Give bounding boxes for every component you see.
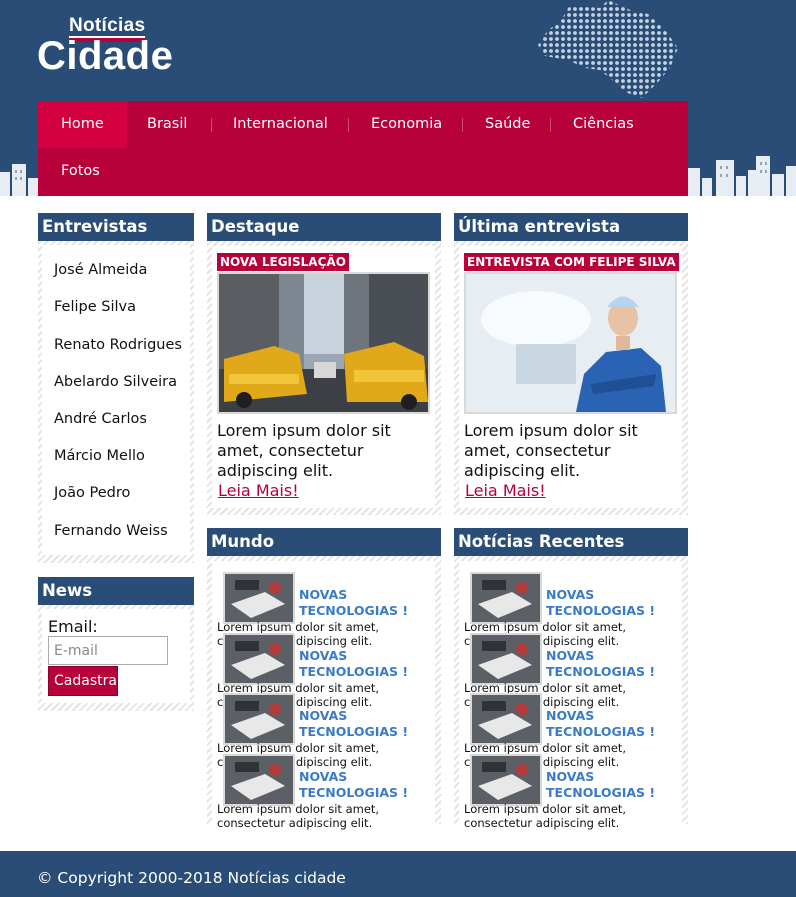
list-item[interactable]: NOVAS TECNOLOGIAS ! Lorem ipsum dolor si…: [464, 572, 674, 648]
notebook-thumbnail: [470, 754, 542, 806]
taxi-street-photo[interactable]: [217, 272, 430, 414]
list-item[interactable]: NOVAS TECNOLOGIAS ! Lorem ipsum dolor si…: [217, 693, 427, 769]
notebook-thumbnail: [223, 754, 295, 806]
ultima-entrevista-panel: Última entrevista ENTREVISTA COM FELIPE …: [454, 213, 688, 515]
list-item[interactable]: NOVAS TECNOLOGIAS ! Lorem ipsum dolor si…: [464, 693, 674, 769]
ultima-entrevista-tag: ENTREVISTA COM FELIPE SILVA: [464, 253, 679, 271]
news-snippet: Lorem ipsum dolor sit amet, consectetur …: [217, 802, 380, 830]
notebook-thumbnail: [470, 693, 542, 745]
entrevistas-panel: Entrevistas José Almeida Felipe Silva Re…: [38, 213, 194, 563]
news-title-link[interactable]: NOVAS TECNOLOGIAS !: [299, 587, 419, 619]
nav-item-internacional[interactable]: Internacional: [210, 101, 351, 148]
notebook-thumbnail: [470, 633, 542, 685]
main-nav: Home Brasil Internacional Economia Saúde…: [38, 101, 688, 196]
subscribe-button[interactable]: Cadastrar: [48, 666, 123, 696]
entrevista-link[interactable]: Fernando Weiss: [54, 523, 168, 539]
nav-item-ciencias[interactable]: Ciências: [550, 101, 657, 148]
nav-item-brasil[interactable]: Brasil: [124, 101, 210, 148]
noticias-recentes-title: Notícias Recentes: [454, 528, 688, 556]
ultima-entrevista-summary: Lorem ipsum dolor sit amet, consectetur …: [464, 421, 638, 480]
map-dots-graphic: [538, 0, 678, 98]
mundo-panel: Mundo NOVAS TECNOLOGIAS ! Lorem ipsum do…: [207, 528, 441, 830]
destaque-summary: Lorem ipsum dolor sit amet, consectetur …: [217, 421, 391, 480]
email-field[interactable]: [48, 636, 168, 665]
entrevista-link[interactable]: José Almeida: [54, 262, 147, 278]
ultima-entrevista-read-more-link[interactable]: Leia Mais!: [465, 481, 546, 500]
entrevista-link[interactable]: André Carlos: [54, 411, 147, 427]
nav-item-home[interactable]: Home: [38, 101, 127, 148]
destaque-title: Destaque: [207, 213, 441, 241]
news-title-link[interactable]: NOVAS TECNOLOGIAS !: [546, 648, 666, 680]
entrevista-link[interactable]: Renato Rodrigues: [54, 337, 182, 353]
list-item[interactable]: NOVAS TECNOLOGIAS ! Lorem ipsum dolor si…: [464, 633, 674, 709]
news-title-link[interactable]: NOVAS TECNOLOGIAS !: [299, 708, 419, 740]
nav-item-economia[interactable]: Economia: [348, 101, 465, 148]
copyright-text: © Copyright 2000-2018 Notícias cidade: [37, 869, 346, 887]
notebook-thumbnail: [223, 633, 295, 685]
list-item[interactable]: NOVAS TECNOLOGIAS ! Lorem ipsum dolor si…: [217, 754, 427, 830]
entrevistas-title: Entrevistas: [38, 213, 194, 241]
news-title-link[interactable]: NOVAS TECNOLOGIAS !: [546, 587, 666, 619]
entrevistas-list: José Almeida Felipe Silva Renato Rodrigu…: [42, 245, 190, 555]
notebook-thumbnail: [470, 572, 542, 624]
entrevista-link[interactable]: João Pedro: [54, 485, 130, 501]
news-snippet: Lorem ipsum dolor sit amet, consectetur …: [464, 802, 627, 830]
destaque-read-more-link[interactable]: Leia Mais!: [218, 481, 299, 500]
noticias-recentes-panel: Notícias Recentes NOVAS TECNOLOGIAS ! Lo…: [454, 528, 688, 830]
destaque-panel: Destaque NOVA LEGISLAÇÃO Lorem ipsum dol…: [207, 213, 441, 515]
notebook-thumbnail: [223, 693, 295, 745]
notebook-thumbnail: [223, 572, 295, 624]
news-title-link[interactable]: NOVAS TECNOLOGIAS !: [299, 769, 419, 801]
list-item[interactable]: NOVAS TECNOLOGIAS ! Lorem ipsum dolor si…: [217, 633, 427, 709]
newsletter-panel: News Email: Cadastrar: [38, 577, 194, 711]
ultima-entrevista-title: Última entrevista: [454, 213, 688, 241]
news-title-link[interactable]: NOVAS TECNOLOGIAS !: [299, 648, 419, 680]
mundo-title: Mundo: [207, 528, 441, 556]
news-title-link[interactable]: NOVAS TECNOLOGIAS !: [546, 708, 666, 740]
list-item[interactable]: NOVAS TECNOLOGIAS ! Lorem ipsum dolor si…: [217, 572, 427, 648]
entrevista-link[interactable]: Felipe Silva: [54, 299, 136, 315]
email-label: Email:: [48, 617, 98, 636]
destaque-tag: NOVA LEGISLAÇÃO: [217, 253, 349, 271]
newsletter-title: News: [38, 577, 194, 605]
logo-big-text[interactable]: Cidade: [37, 34, 173, 79]
entrevista-link[interactable]: Márcio Mello: [54, 448, 145, 464]
site-footer: © Copyright 2000-2018 Notícias cidade: [0, 851, 796, 897]
entrevista-link[interactable]: Abelardo Silveira: [54, 374, 177, 390]
nav-item-saude[interactable]: Saúde: [462, 101, 553, 148]
doctor-photo[interactable]: [464, 272, 677, 414]
list-item[interactable]: NOVAS TECNOLOGIAS ! Lorem ipsum dolor si…: [464, 754, 674, 830]
nav-item-fotos[interactable]: Fotos: [38, 148, 123, 195]
news-title-link[interactable]: NOVAS TECNOLOGIAS !: [546, 769, 666, 801]
